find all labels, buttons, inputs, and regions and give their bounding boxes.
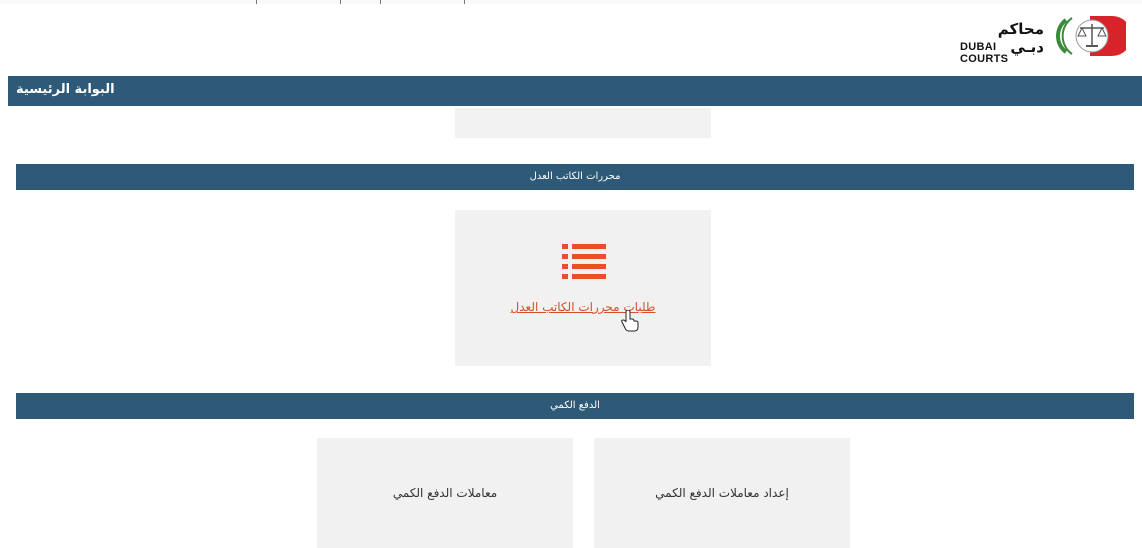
section-bar-notary: محررات الكاتب العدل bbox=[16, 164, 1134, 190]
logo-english-text: DUBAI COURTS bbox=[960, 41, 1009, 65]
top-tick bbox=[464, 0, 465, 4]
section-title-bulk-payment: الدفع الكمي bbox=[550, 400, 600, 411]
hand-cursor-icon bbox=[621, 310, 639, 332]
main-portal-title[interactable]: البوابة الرئيسية bbox=[16, 82, 115, 97]
setup-bulk-payment-label: إعداد معاملات الدفع الكمي bbox=[655, 486, 789, 500]
dubai-courts-logo[interactable]: محاكم دبـي DUBAI COURTS bbox=[960, 12, 1132, 65]
list-icon bbox=[562, 244, 606, 279]
tile-setup-bulk-payment[interactable]: إعداد معاملات الدفع الكمي bbox=[594, 438, 850, 548]
notary-requests-link[interactable]: طلبات محررات الكاتب العدل bbox=[455, 300, 711, 314]
top-tick bbox=[380, 0, 381, 4]
tile-notary-requests[interactable]: طلبات محررات الكاتب العدل bbox=[455, 210, 711, 366]
section-bar-bulk-payment: الدفع الكمي bbox=[16, 393, 1134, 419]
section-title-notary: محررات الكاتب العدل bbox=[529, 171, 621, 182]
top-strip bbox=[0, 0, 1142, 4]
tile-bulk-payment-transactions[interactable]: معاملات الدفع الكمي bbox=[317, 438, 573, 548]
scales-emblem-icon bbox=[1056, 16, 1126, 56]
top-tick bbox=[256, 0, 257, 4]
top-tick bbox=[340, 0, 341, 4]
tile-placeholder bbox=[455, 108, 711, 138]
main-portal-bar: البوابة الرئيسية bbox=[8, 76, 1142, 106]
bulk-payment-transactions-label: معاملات الدفع الكمي bbox=[392, 486, 498, 500]
